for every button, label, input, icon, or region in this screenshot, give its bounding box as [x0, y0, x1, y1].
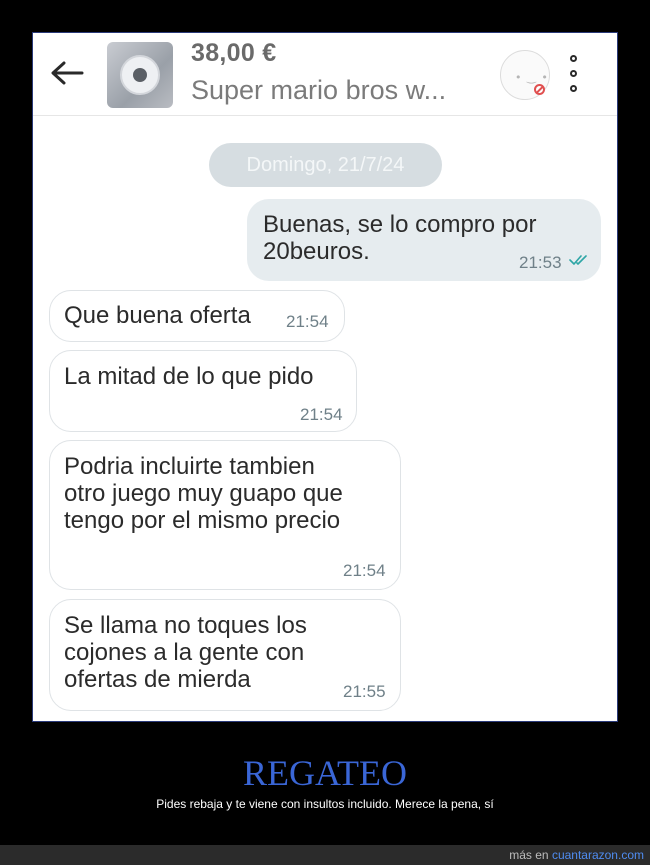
message-outgoing[interactable]: Buenas, se lo compro por 20beuros. 21:53: [247, 199, 601, 281]
double-check-icon: [569, 255, 587, 265]
chat-screenshot: 38,00 € Super mario bros w... • ‿ • Domi…: [32, 32, 618, 722]
message-text-line: Podria incluirte tambien: [64, 453, 315, 480]
menu-dot: [570, 70, 577, 77]
message-incoming[interactable]: Que buena oferta 21:54: [49, 290, 345, 342]
message-time: 21:55: [343, 682, 386, 701]
message-text-line: otro juego muy guapo que: [64, 480, 343, 507]
site-footer: más en cuantarazon.com: [0, 845, 650, 865]
blocked-icon: [534, 84, 545, 95]
message-incoming[interactable]: Podria incluirte tambien otro juego muy …: [49, 440, 401, 590]
message-time: 21:54: [300, 405, 343, 424]
message-time: 21:53: [519, 253, 562, 272]
message-text-line: 20beuros.: [263, 238, 370, 265]
message-text: La mitad de lo que pido: [64, 363, 314, 390]
message-incoming[interactable]: La mitad de lo que pido 21:54: [49, 350, 357, 432]
date-separator: Domingo, 21/7/24: [209, 143, 442, 187]
user-avatar-icon[interactable]: • ‿ •: [500, 50, 550, 100]
message-text-line: cojones a la gente con: [64, 639, 305, 666]
message-time: 21:54: [286, 312, 329, 331]
post-title: REGATEO: [243, 753, 407, 793]
back-arrow-icon[interactable]: [47, 53, 87, 93]
disc-hole: [133, 68, 147, 82]
message-time: 21:54: [343, 561, 386, 580]
product-thumbnail[interactable]: [107, 42, 173, 108]
site-link[interactable]: cuantarazon.com: [552, 848, 644, 862]
avatar-face: • ‿ •: [515, 71, 549, 84]
message-text-line: tengo por el mismo precio: [64, 507, 341, 534]
item-title[interactable]: Super mario bros w...: [191, 75, 446, 106]
message-text-line: ofertas de mierda: [64, 666, 251, 693]
message-text: Que buena oferta: [64, 302, 251, 329]
chat-header: 38,00 € Super mario bros w... • ‿ •: [33, 33, 617, 116]
menu-dot: [570, 85, 577, 92]
post-caption: Pides rebaja y te viene con insultos inc…: [156, 797, 494, 811]
footer-prefix: más en: [509, 848, 549, 862]
footer-text: más en cuantarazon.com: [509, 848, 644, 862]
message-incoming[interactable]: Se llama no toques los cojones a la gent…: [49, 599, 401, 711]
message-text-line: Se llama no toques los: [64, 612, 307, 639]
menu-dot: [570, 55, 577, 62]
message-text-line: Buenas, se lo compro por: [263, 211, 537, 238]
item-price: 38,00 €: [191, 39, 277, 67]
more-options-icon[interactable]: [563, 53, 587, 95]
